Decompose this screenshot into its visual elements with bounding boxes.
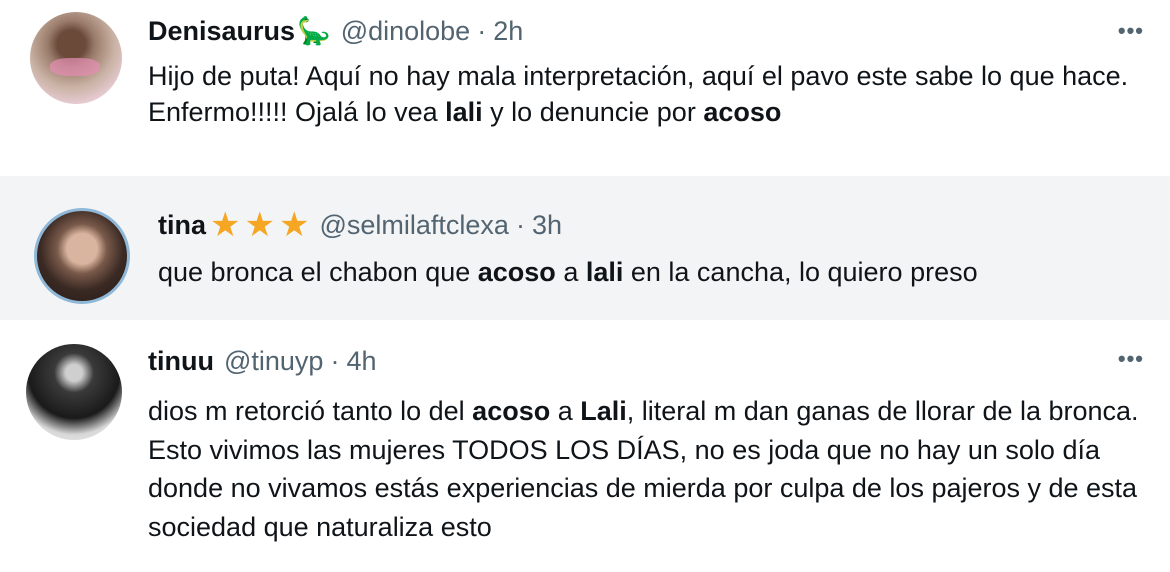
display-name[interactable]: Denisaurus bbox=[148, 14, 295, 48]
more-options-icon[interactable]: ••• bbox=[1118, 18, 1144, 44]
tweet-header: tinuu @tinuyp · 4h bbox=[148, 344, 377, 378]
text-segment: dios m retorció tanto lo del bbox=[148, 396, 473, 426]
star-icon: ★ bbox=[244, 206, 275, 244]
star-icon: ★ bbox=[278, 206, 310, 244]
highlighted-term: acoso bbox=[472, 396, 551, 426]
star-icon: ★ bbox=[210, 206, 241, 244]
tweet-header: tina ★ ★ ★ @selmilaftclexa · 3h bbox=[158, 208, 562, 242]
highlighted-term: Lali bbox=[580, 396, 627, 426]
username-handle[interactable]: @selmilaftclexa bbox=[319, 208, 508, 242]
tweet-text: que bronca el chabon que acoso a lali en… bbox=[158, 254, 1158, 290]
tweet-tina[interactable] bbox=[0, 176, 1170, 320]
separator-dot: · bbox=[515, 210, 525, 240]
display-name[interactable]: tinuu bbox=[148, 344, 214, 378]
avatar[interactable] bbox=[34, 208, 130, 304]
username-handle[interactable]: @tinuyp bbox=[224, 344, 323, 378]
highlighted-term: lali bbox=[585, 257, 624, 287]
timestamp[interactable]: 4h bbox=[346, 344, 376, 378]
star-emojis: ★ ★ ★ bbox=[210, 208, 309, 242]
tweet-text: dios m retorció tanto lo del acoso a Lal… bbox=[148, 392, 1148, 546]
text-segment: que bronca el chabon que bbox=[158, 257, 478, 287]
text-segment: y lo denuncie por bbox=[482, 97, 704, 127]
dinosaur-emoji-icon: 🦕 bbox=[297, 16, 331, 46]
avatar[interactable] bbox=[30, 12, 122, 104]
tweet-text: Hijo de puta! Aquí no hay mala interpret… bbox=[148, 58, 1148, 130]
highlighted-term: acoso bbox=[477, 257, 556, 287]
highlighted-term: lali bbox=[445, 97, 483, 127]
text-segment: a bbox=[555, 257, 586, 287]
username-handle[interactable]: @dinolobe bbox=[341, 14, 471, 48]
more-options-icon[interactable]: ••• bbox=[1118, 346, 1144, 372]
highlighted-term: acoso bbox=[703, 97, 782, 127]
text-segment: en la cancha, lo quiero preso bbox=[623, 257, 978, 287]
display-name[interactable]: tina bbox=[158, 208, 206, 242]
timestamp[interactable]: 2h bbox=[493, 14, 523, 48]
timestamp[interactable]: 3h bbox=[532, 208, 562, 242]
text-segment: a bbox=[550, 396, 581, 426]
separator-dot: · bbox=[330, 346, 340, 376]
avatar[interactable] bbox=[26, 344, 122, 440]
separator-dot: · bbox=[477, 16, 487, 46]
tweet-header: Denisaurus 🦕 @dinolobe · 2h bbox=[148, 14, 523, 48]
